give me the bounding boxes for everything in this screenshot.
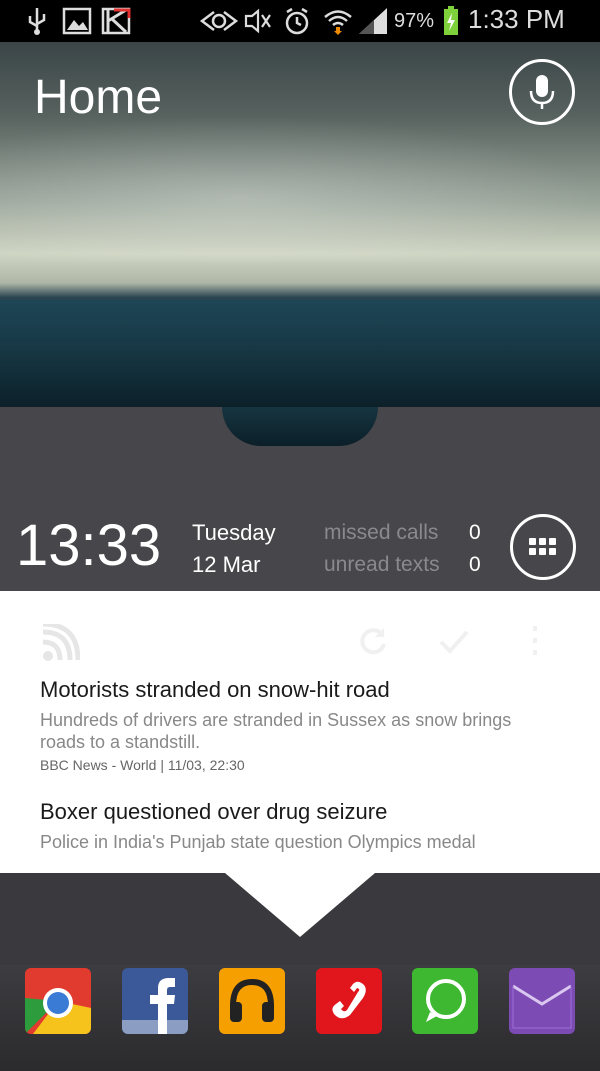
wallpaper-sea xyxy=(0,300,600,407)
nfc-icon xyxy=(199,11,239,31)
article-summary: Hundreds of drivers are stranded in Suss… xyxy=(40,710,512,752)
missed-calls-label[interactable]: missed calls xyxy=(324,521,438,545)
alarm-icon xyxy=(285,7,309,35)
voice-search-button[interactable] xyxy=(509,59,575,125)
date: 12 Mar xyxy=(192,552,261,577)
checkmark-icon[interactable] xyxy=(437,624,471,658)
signal-icon xyxy=(359,8,387,34)
usb-icon xyxy=(28,8,46,35)
clock[interactable]: 13:33 xyxy=(16,512,161,579)
wallpaper-clouds xyxy=(0,102,600,262)
grid-dot xyxy=(549,548,556,555)
unread-texts-count[interactable]: 0 xyxy=(469,553,481,577)
battery-percentage: 97% xyxy=(394,10,435,32)
unread-texts-label[interactable]: unread texts xyxy=(324,553,440,577)
feed-pointer xyxy=(225,873,375,937)
email-app-icon[interactable] xyxy=(509,968,575,1034)
phone-app-icon[interactable] xyxy=(316,968,382,1034)
chrome-app-icon[interactable] xyxy=(25,968,91,1034)
page-title: Home xyxy=(34,71,163,124)
battery-charging-icon xyxy=(444,6,458,35)
grid-dot xyxy=(549,538,556,545)
wallpaper-notch xyxy=(222,407,378,446)
overflow-menu-icon[interactable] xyxy=(530,624,540,658)
kaspersky-icon xyxy=(101,7,131,35)
day-of-week: Tuesday xyxy=(192,520,276,545)
grid-dot xyxy=(529,548,536,555)
rss-icon[interactable] xyxy=(40,624,80,664)
article-title[interactable]: Boxer questioned over drug seizure xyxy=(40,799,387,825)
facebook-app-icon[interactable] xyxy=(122,968,188,1034)
article-title[interactable]: Motorists stranded on snow-hit road xyxy=(40,677,390,703)
status-bar: 97% 1:33 PM xyxy=(0,0,600,42)
article-source: BBC News - World | 11/03, 22:30 xyxy=(40,757,245,773)
article-summary: Police in India's Punjab state question … xyxy=(40,832,476,852)
grid-dot xyxy=(539,538,546,545)
grid-dot xyxy=(539,548,546,555)
mute-icon xyxy=(244,8,271,34)
status-time: 1:33 PM xyxy=(468,4,565,34)
refresh-icon[interactable] xyxy=(356,624,390,658)
whatsapp-app-icon[interactable] xyxy=(412,968,478,1034)
wifi-icon xyxy=(324,10,352,35)
feed-toolbar xyxy=(0,591,600,661)
microphone-icon xyxy=(529,75,555,109)
music-app-icon[interactable] xyxy=(219,968,285,1034)
missed-calls-count[interactable]: 0 xyxy=(469,521,481,545)
app-drawer-button[interactable] xyxy=(510,514,576,580)
gallery-icon xyxy=(62,7,92,35)
grid-icon xyxy=(529,538,536,545)
news-feed[interactable]: Motorists stranded on snow-hit road Hund… xyxy=(0,591,600,873)
